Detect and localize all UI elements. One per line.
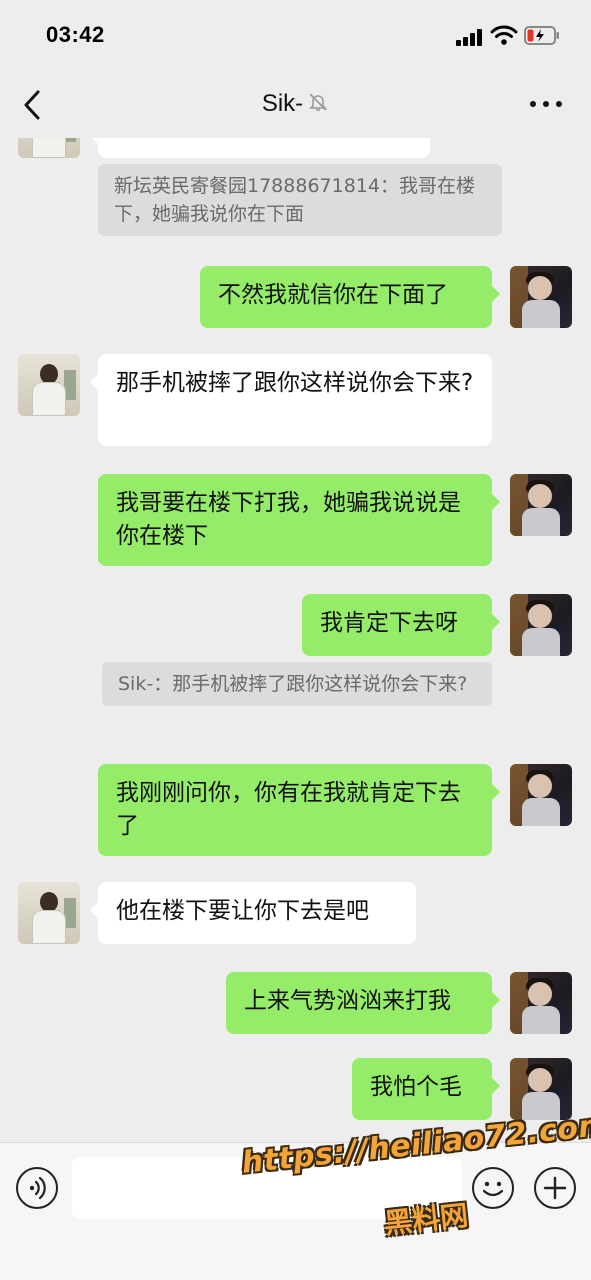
message-text: 那手机被摔了跟你这样说你会下来? (116, 370, 474, 396)
contact-avatar[interactable] (18, 138, 80, 158)
plus-icon[interactable] (534, 1167, 576, 1209)
my-avatar[interactable] (510, 474, 572, 536)
message-bubble-incoming[interactable]: 那手机被摔了跟你这样说你会下来? (90, 354, 492, 446)
chat-header: Sik- (0, 70, 591, 138)
quoted-message[interactable]: 新坛英民寄餐园17888671814：我哥在楼下，她骗我说你在下面 (98, 164, 502, 236)
message-text: 他在楼下要让你下去是吧 (116, 898, 369, 924)
emoji-icon[interactable] (472, 1167, 514, 1209)
battery-charging-icon (524, 26, 559, 45)
cellular-signal-icon (456, 28, 484, 46)
message-bubble-outgoing[interactable]: 不然我就信你在下面了 (200, 266, 500, 328)
message-text: 不然我就信你在下面了 (218, 282, 448, 308)
chat-title[interactable]: Sik- (262, 90, 303, 117)
bell-slash-icon (309, 93, 328, 111)
my-avatar[interactable] (510, 972, 572, 1034)
message-text: 我刚刚问你，你有在我就肯定下去了 (116, 780, 461, 839)
message-text: 我怕个毛 (370, 1074, 462, 1100)
message-text: 我肯定下去呀 (320, 610, 458, 636)
contact-avatar[interactable] (18, 882, 80, 944)
status-bar: 03:42 (0, 0, 591, 70)
message-bubble-incoming[interactable] (90, 138, 430, 158)
message-bubble-outgoing[interactable]: 上来气势汹汹来打我 (226, 972, 500, 1034)
quoted-message-text: 新坛英民寄餐园17888671814：我哥在楼下，她骗我说你在下面 (114, 175, 475, 225)
status-time: 03:42 (46, 22, 105, 47)
message-list: 新坛英民寄餐园17888671814：我哥在楼下，她骗我说你在下面 不然我就信你… (0, 138, 591, 1142)
message-text: 我哥要在楼下打我，她骗我说说是你在楼下 (116, 490, 461, 549)
my-avatar[interactable] (510, 1058, 572, 1120)
message-bubble-incoming[interactable]: 他在楼下要让你下去是吧 (90, 882, 416, 944)
message-bubble-outgoing[interactable]: 我肯定下去呀 (302, 594, 500, 656)
quoted-message[interactable]: Sik-：那手机被摔了跟你这样说你会下来? (102, 662, 492, 706)
voice-icon[interactable] (16, 1167, 58, 1209)
my-avatar[interactable] (510, 266, 572, 328)
wifi-icon (490, 25, 518, 45)
message-text: 上来气势汹汹来打我 (244, 988, 451, 1014)
quoted-message-text: Sik-：那手机被摔了跟你这样说你会下来? (118, 673, 468, 695)
message-bubble-outgoing[interactable]: 我哥要在楼下打我，她骗我说说是你在楼下 (98, 474, 500, 566)
message-bubble-outgoing[interactable]: 我怕个毛 (352, 1058, 500, 1120)
my-avatar[interactable] (510, 764, 572, 826)
contact-avatar[interactable] (18, 354, 80, 416)
my-avatar[interactable] (510, 594, 572, 656)
message-bubble-outgoing[interactable]: 我刚刚问你，你有在我就肯定下去了 (98, 764, 500, 856)
more-dots-icon[interactable] (530, 100, 564, 110)
